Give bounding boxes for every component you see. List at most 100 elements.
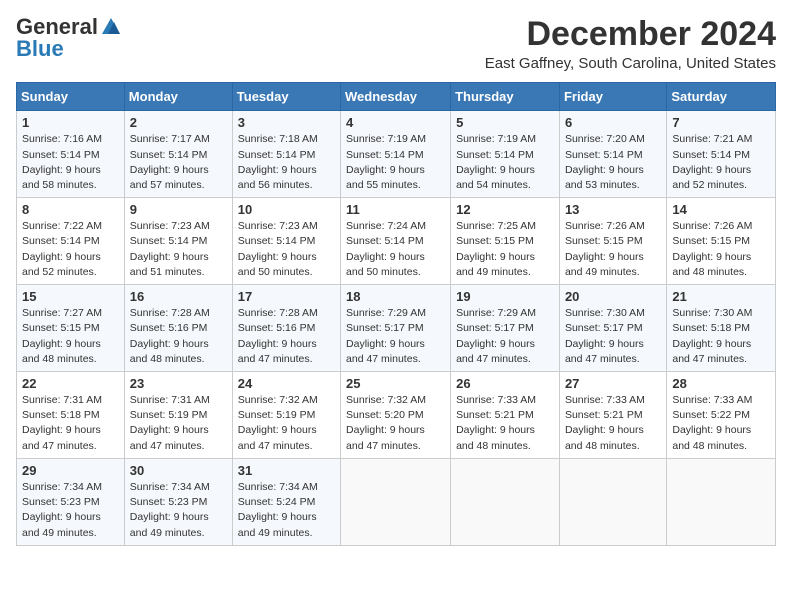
calendar-week-2: 8Sunrise: 7:22 AMSunset: 5:14 PMDaylight… (17, 198, 776, 285)
calendar-cell: 29 Sunrise: 7:34 AMSunset: 5:23 PMDayligh… (17, 458, 125, 545)
day-info: Sunrise: 7:19 AMSunset: 5:14 PMDaylight:… (346, 132, 445, 193)
day-info: Sunrise: 7:18 AMSunset: 5:14 PMDaylight:… (238, 132, 335, 193)
day-number: 5 (456, 115, 554, 130)
calendar-cell: 31Sunrise: 7:34 AMSunset: 5:24 PMDayligh… (232, 458, 340, 545)
month-title: December 2024 (485, 16, 776, 53)
day-number: 10 (238, 202, 335, 217)
location-title: East Gaffney, South Carolina, United Sta… (485, 55, 776, 72)
calendar-week-3: 15 Sunrise: 7:27 AMSunset: 5:15 PMDayligh… (17, 285, 776, 372)
day-number: 1 (22, 115, 119, 130)
day-info: Sunrise: 7:28 AMSunset: 5:16 PMDaylight:… (238, 306, 335, 367)
calendar-cell: 1 Sunrise: 7:16 AMSunset: 5:14 PMDaylight… (17, 111, 125, 198)
calendar-cell (341, 458, 451, 545)
calendar-cell: 26 Sunrise: 7:33 AMSunset: 5:21 PMDayligh… (451, 372, 560, 459)
day-number: 29 (22, 463, 119, 478)
day-info: Sunrise: 7:17 AMSunset: 5:14 PMDaylight:… (130, 132, 227, 193)
calendar-header-row: SundayMondayTuesdayWednesdayThursdayFrid… (17, 83, 776, 111)
day-number: 17 (238, 289, 335, 304)
day-info: Sunrise: 7:30 AMSunset: 5:18 PMDaylight:… (672, 306, 770, 367)
day-number: 11 (346, 202, 445, 217)
day-number: 7 (672, 115, 770, 130)
calendar-cell: 3 Sunrise: 7:18 AMSunset: 5:14 PMDaylight… (232, 111, 340, 198)
calendar-cell: 8Sunrise: 7:22 AMSunset: 5:14 PMDaylight… (17, 198, 125, 285)
calendar-cell: 16 Sunrise: 7:28 AMSunset: 5:16 PMDayligh… (124, 285, 232, 372)
calendar-cell: 4 Sunrise: 7:19 AMSunset: 5:14 PMDaylight… (341, 111, 451, 198)
calendar-cell: 24Sunrise: 7:32 AMSunset: 5:19 PMDayligh… (232, 372, 340, 459)
day-number: 30 (130, 463, 227, 478)
calendar-cell: 9Sunrise: 7:23 AMSunset: 5:14 PMDaylight… (124, 198, 232, 285)
day-info: Sunrise: 7:26 AMSunset: 5:15 PMDaylight:… (565, 219, 661, 280)
calendar-cell: 18 Sunrise: 7:29 AMSunset: 5:17 PMDayligh… (341, 285, 451, 372)
day-info: Sunrise: 7:27 AMSunset: 5:15 PMDaylight:… (22, 306, 119, 367)
day-info: Sunrise: 7:34 AMSunset: 5:23 PMDaylight:… (22, 480, 119, 541)
day-info: Sunrise: 7:23 AMSunset: 5:14 PMDaylight:… (238, 219, 335, 280)
calendar-table: SundayMondayTuesdayWednesdayThursdayFrid… (16, 82, 776, 545)
day-info: Sunrise: 7:20 AMSunset: 5:14 PMDaylight:… (565, 132, 661, 193)
day-info: Sunrise: 7:33 AMSunset: 5:22 PMDaylight:… (672, 393, 770, 454)
day-number: 23 (130, 376, 227, 391)
logo-icon (100, 16, 122, 38)
day-info: Sunrise: 7:34 AMSunset: 5:23 PMDaylight:… (130, 480, 227, 541)
day-info: Sunrise: 7:29 AMSunset: 5:17 PMDaylight:… (346, 306, 445, 367)
header: General Blue December 2024 East Gaffney,… (16, 16, 776, 72)
day-header-tuesday: Tuesday (232, 83, 340, 111)
day-number: 21 (672, 289, 770, 304)
calendar-cell: 13 Sunrise: 7:26 AMSunset: 5:15 PMDayligh… (559, 198, 666, 285)
day-number: 13 (565, 202, 661, 217)
title-area: December 2024 East Gaffney, South Caroli… (485, 16, 776, 72)
day-info: Sunrise: 7:32 AMSunset: 5:20 PMDaylight:… (346, 393, 445, 454)
logo: General Blue (16, 16, 122, 60)
calendar-cell: 11 Sunrise: 7:24 AMSunset: 5:14 PMDayligh… (341, 198, 451, 285)
calendar-cell: 23Sunrise: 7:31 AMSunset: 5:19 PMDayligh… (124, 372, 232, 459)
day-header-saturday: Saturday (667, 83, 776, 111)
calendar-cell: 22 Sunrise: 7:31 AMSunset: 5:18 PMDayligh… (17, 372, 125, 459)
day-number: 25 (346, 376, 445, 391)
calendar-cell: 7 Sunrise: 7:21 AMSunset: 5:14 PMDaylight… (667, 111, 776, 198)
day-number: 16 (130, 289, 227, 304)
day-info: Sunrise: 7:16 AMSunset: 5:14 PMDaylight:… (22, 132, 119, 193)
calendar-cell: 28Sunrise: 7:33 AMSunset: 5:22 PMDayligh… (667, 372, 776, 459)
day-info: Sunrise: 7:28 AMSunset: 5:16 PMDaylight:… (130, 306, 227, 367)
day-number: 4 (346, 115, 445, 130)
logo-blue-text: Blue (16, 38, 64, 60)
day-info: Sunrise: 7:21 AMSunset: 5:14 PMDaylight:… (672, 132, 770, 193)
day-number: 26 (456, 376, 554, 391)
logo-general-text: General (16, 16, 98, 38)
day-number: 22 (22, 376, 119, 391)
day-info: Sunrise: 7:33 AMSunset: 5:21 PMDaylight:… (565, 393, 661, 454)
day-number: 27 (565, 376, 661, 391)
day-number: 18 (346, 289, 445, 304)
calendar-cell: 27 Sunrise: 7:33 AMSunset: 5:21 PMDayligh… (559, 372, 666, 459)
calendar-cell (667, 458, 776, 545)
calendar-cell: 25 Sunrise: 7:32 AMSunset: 5:20 PMDayligh… (341, 372, 451, 459)
day-number: 14 (672, 202, 770, 217)
day-number: 3 (238, 115, 335, 130)
day-info: Sunrise: 7:32 AMSunset: 5:19 PMDaylight:… (238, 393, 335, 454)
calendar-cell: 10 Sunrise: 7:23 AMSunset: 5:14 PMDayligh… (232, 198, 340, 285)
day-number: 12 (456, 202, 554, 217)
day-info: Sunrise: 7:31 AMSunset: 5:18 PMDaylight:… (22, 393, 119, 454)
day-number: 15 (22, 289, 119, 304)
calendar-cell: 30 Sunrise: 7:34 AMSunset: 5:23 PMDayligh… (124, 458, 232, 545)
day-header-sunday: Sunday (17, 83, 125, 111)
day-info: Sunrise: 7:30 AMSunset: 5:17 PMDaylight:… (565, 306, 661, 367)
day-info: Sunrise: 7:24 AMSunset: 5:14 PMDaylight:… (346, 219, 445, 280)
calendar-cell: 5Sunrise: 7:19 AMSunset: 5:14 PMDaylight… (451, 111, 560, 198)
day-number: 8 (22, 202, 119, 217)
calendar-cell: 12Sunrise: 7:25 AMSunset: 5:15 PMDayligh… (451, 198, 560, 285)
day-info: Sunrise: 7:29 AMSunset: 5:17 PMDaylight:… (456, 306, 554, 367)
day-info: Sunrise: 7:26 AMSunset: 5:15 PMDaylight:… (672, 219, 770, 280)
day-number: 2 (130, 115, 227, 130)
calendar-cell: 15 Sunrise: 7:27 AMSunset: 5:15 PMDayligh… (17, 285, 125, 372)
calendar-week-5: 29 Sunrise: 7:34 AMSunset: 5:23 PMDayligh… (17, 458, 776, 545)
day-number: 20 (565, 289, 661, 304)
day-info: Sunrise: 7:33 AMSunset: 5:21 PMDaylight:… (456, 393, 554, 454)
calendar-cell: 14 Sunrise: 7:26 AMSunset: 5:15 PMDayligh… (667, 198, 776, 285)
day-info: Sunrise: 7:23 AMSunset: 5:14 PMDaylight:… (130, 219, 227, 280)
calendar-cell (451, 458, 560, 545)
calendar-cell: 6Sunrise: 7:20 AMSunset: 5:14 PMDaylight… (559, 111, 666, 198)
calendar-cell: 20 Sunrise: 7:30 AMSunset: 5:17 PMDayligh… (559, 285, 666, 372)
calendar-cell: 21 Sunrise: 7:30 AMSunset: 5:18 PMDayligh… (667, 285, 776, 372)
day-number: 19 (456, 289, 554, 304)
day-header-wednesday: Wednesday (341, 83, 451, 111)
